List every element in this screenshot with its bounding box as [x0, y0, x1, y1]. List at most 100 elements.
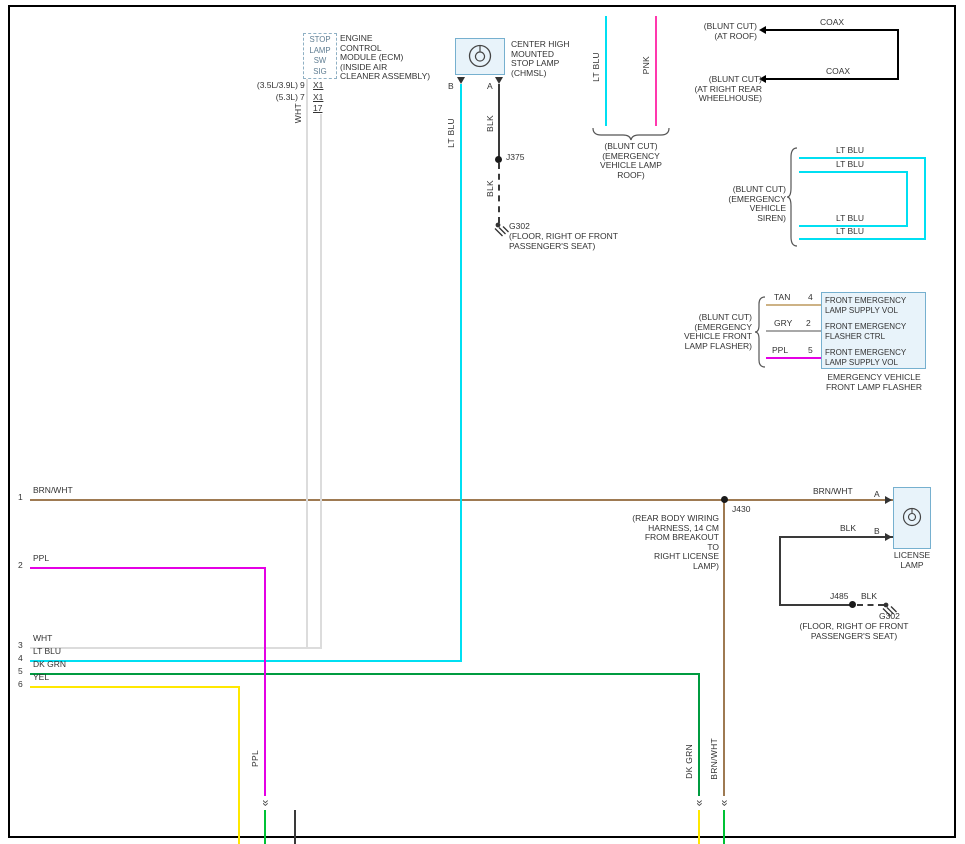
ecm-variant-a: (3.5L/3.9L) [253, 81, 298, 91]
coax-bottom-line [766, 78, 899, 80]
license-ground-location: (FLOOR, RIGHT OF FRONT PASSENGER'S SEAT) [795, 622, 913, 641]
splice-j430-dot [721, 496, 728, 503]
flasher-pin-2: 2 [806, 319, 811, 329]
flasher-caption: EMERGENCY VEHICLE FRONT LAMP FLASHER [818, 373, 930, 392]
ecm-wire-label: WHT [293, 103, 303, 123]
harness-note: (REAR BODY WIRING HARNESS, 14 CM FROM BR… [632, 514, 719, 572]
wire-grn-after-ppl-break [264, 810, 266, 844]
ecm-title: ENGINE CONTROL MODULE (ECM) (INSIDE AIR … [340, 34, 434, 82]
flasher-fn-2: FRONT EMERGENCY FLASHER CTRL [825, 322, 906, 341]
circuit-number-5: 5 [18, 667, 23, 677]
wire-wht-ecm-1 [306, 79, 308, 649]
wire-ppl-vertical [264, 567, 266, 796]
license-terminal-b-label: B [874, 527, 880, 537]
chmsl-wire-b-label: LT BLU [446, 118, 456, 148]
flasher-pin-3: 5 [808, 346, 813, 356]
siren-wire-inner-return [906, 171, 908, 227]
wire-break-icon: » [717, 796, 731, 810]
wire-dkgrn-vertical [698, 673, 700, 796]
flasher-wire-1-label: TAN [774, 293, 790, 303]
circuit-number-2: 2 [18, 561, 23, 571]
splice-j375-dot [495, 156, 502, 163]
coax-wheelhouse-note: (BLUNT CUT) (AT RIGHT REAR WHEELHOUSE) [688, 75, 762, 104]
circuit-number-6: 6 [18, 680, 23, 690]
siren-wire-2 [799, 171, 908, 173]
roof-wire-1-label: LT BLU [591, 52, 601, 82]
roof-blunt-cut-note: (BLUNT CUT) (EMERGENCY VEHICLE LAMP ROOF… [586, 142, 676, 180]
circuit-color-5: DK GRN [33, 660, 66, 670]
ecm-pin-c: 17 [313, 104, 322, 114]
flasher-blunt-cut-note: (BLUNT CUT) (EMERGENCY VEHICLE FRONT LAM… [676, 313, 752, 351]
circuit-number-1: 1 [18, 493, 23, 503]
wire-blk-bottom [294, 810, 296, 844]
circuit-color-2: PPL [33, 554, 49, 564]
ecm-connector-id-b: X1 [313, 93, 323, 103]
chmsl-terminal-b-label: B [448, 82, 454, 92]
wire-yel-after-dkgrn-break [698, 810, 700, 844]
siren-wire-4-label: LT BLU [836, 227, 864, 237]
splice-j430-label: J430 [732, 505, 750, 515]
wire-break-icon: » [258, 796, 272, 810]
flasher-wire-3-label: PPL [772, 346, 788, 356]
chmsl-terminal-a-pin-icon [495, 77, 503, 84]
siren-wire-1-label: LT BLU [836, 146, 864, 156]
splice-j485-dot [849, 601, 856, 608]
license-lamp-caption: LICENSE LAMP [891, 551, 933, 570]
chmsl-ground-location: (FLOOR, RIGHT OF FRONT PASSENGER'S SEAT) [509, 232, 619, 251]
ecm-connector-label: STOP LAMP SW SIG [303, 35, 337, 77]
siren-wire-3-label: LT BLU [836, 214, 864, 224]
diagram-border [8, 5, 956, 838]
bottom-wire-brnwht-label: BRN/WHT [709, 738, 719, 780]
siren-wire-2-label: LT BLU [836, 160, 864, 170]
wire-dkgrn-horizontal [30, 673, 700, 675]
siren-blunt-cut-note: (BLUNT CUT) (EMERGENCY VEHICLE SIREN) [720, 185, 786, 223]
chmsl-wire-a-upper-label: BLK [485, 115, 495, 132]
coax-bottom-label: COAX [826, 67, 850, 77]
wire-blk-chmsl-upper [498, 84, 500, 158]
wire-yel-horizontal [30, 686, 240, 688]
siren-wire-outer-return [924, 157, 926, 240]
chmsl-wire-a-lower-label: BLK [485, 180, 495, 197]
circuit-color-6: YEL [33, 673, 49, 683]
wire-yel-vertical [238, 686, 240, 844]
license-ground-wire-label: BLK [861, 592, 877, 602]
wire-ppl-horizontal [30, 567, 266, 569]
ecm-pin-a: 9 [300, 81, 305, 91]
roof-brace [592, 127, 670, 141]
coax-roof-note: (BLUNT CUT) (AT ROOF) [700, 22, 757, 41]
flasher-wire-2-label: GRY [774, 319, 792, 329]
chmsl-terminal-a-label: A [487, 82, 493, 92]
circuit-number-4: 4 [18, 654, 23, 664]
siren-wire-4 [799, 238, 926, 240]
bottom-wire-dkgrn-label: DK GRN [684, 744, 694, 779]
circuit-color-3: WHT [33, 634, 52, 644]
wire-grn-after-brnwht-break [723, 810, 725, 844]
wire-tan-flasher [766, 304, 821, 306]
license-terminal-a-pin-icon [885, 496, 892, 504]
license-terminal-a-label: A [874, 490, 880, 500]
coax-top-label: COAX [820, 18, 844, 28]
wire-blk-dashed-ground [857, 604, 884, 606]
flasher-pin-1: 4 [808, 293, 813, 303]
circuit-number-3: 3 [18, 641, 23, 651]
wire-gry-flasher [766, 330, 821, 332]
chmsl-terminal-b-pin-icon [457, 77, 465, 84]
wire-wht-ecm-2 [320, 114, 322, 649]
wire-blk-chmsl-lower [498, 163, 500, 223]
circuit-color-4: LT BLU [33, 647, 61, 657]
license-terminal-b-pin-icon [885, 533, 892, 541]
ecm-connector-id-a: X1 [313, 81, 323, 91]
flasher-brace [754, 296, 766, 369]
splice-j375-label: J375 [506, 153, 524, 163]
wire-break-icon: » [692, 796, 706, 810]
bottom-wire-ppl-label: PPL [250, 750, 260, 767]
ground-symbol-icon [494, 222, 510, 238]
siren-brace [786, 147, 798, 248]
ecm-pin-b: 7 [300, 93, 305, 103]
wire-ltblu-horizontal [30, 660, 462, 662]
splice-j485-label: J485 [830, 592, 848, 602]
wire-wht-horizontal [30, 647, 322, 649]
license-wire-b-label: BLK [840, 524, 856, 534]
wire-blk-license-low [779, 604, 853, 606]
ecm-variant-b: (5.3L) [253, 93, 298, 103]
